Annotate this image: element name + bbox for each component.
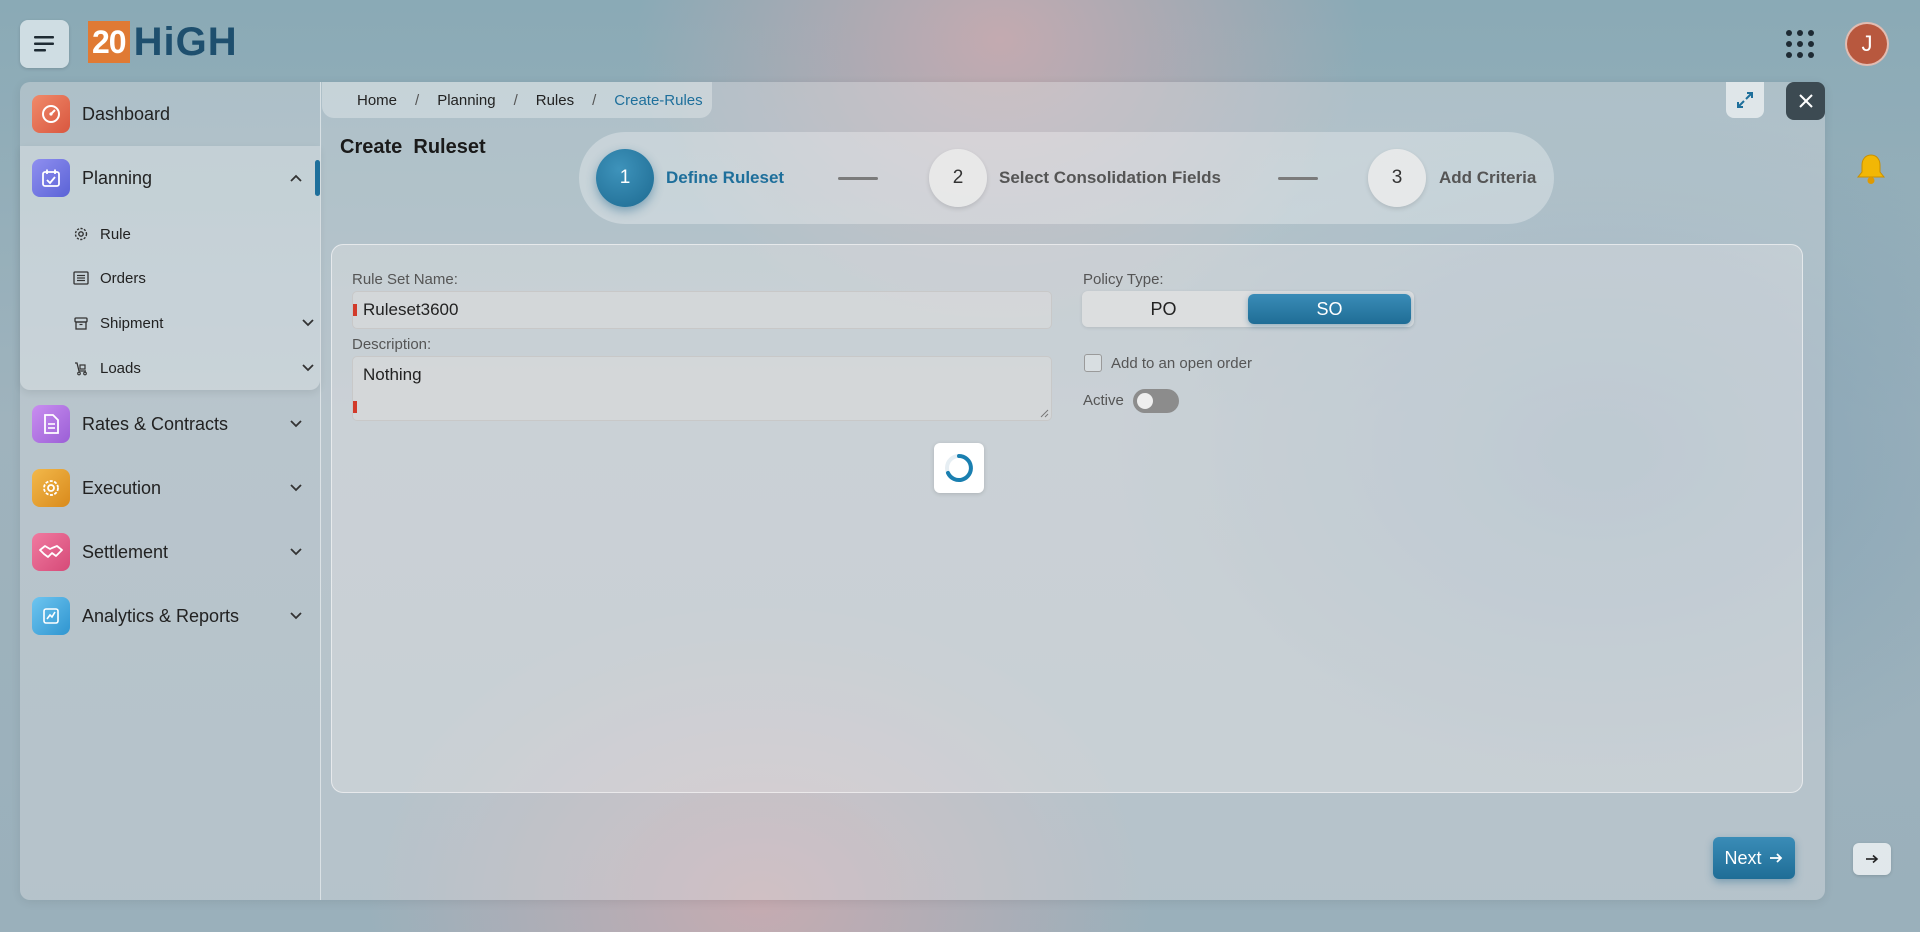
step-connector: [1278, 177, 1318, 180]
sidebar-item-dashboard[interactable]: Dashboard: [32, 88, 320, 140]
description-textarea[interactable]: Nothing: [352, 356, 1052, 421]
box-icon: [72, 314, 90, 332]
sidebar-item-execution[interactable]: Execution: [32, 462, 320, 514]
chevron-down-icon[interactable]: [296, 356, 320, 380]
chevron-down-icon[interactable]: [296, 311, 320, 335]
switch-knob: [1137, 393, 1153, 409]
close-button[interactable]: [1786, 82, 1825, 120]
sidebar-item-rates-contracts[interactable]: Rates & Contracts: [32, 398, 320, 450]
next-button[interactable]: Next: [1713, 837, 1795, 879]
breadcrumb-separator: /: [513, 91, 518, 109]
breadcrumb-current: Create-Rules: [614, 91, 703, 109]
next-label: Next: [1724, 847, 1762, 868]
sidebar-item-planning[interactable]: Planning: [32, 152, 320, 204]
dashboard-icon: [32, 95, 70, 133]
truck-icon: [72, 359, 90, 377]
arrow-right-icon: [1769, 853, 1782, 863]
sidebar-subitem-label: Loads: [100, 359, 141, 377]
chevron-down-icon: [284, 604, 308, 628]
form-card: Rule Set Name: Description: Nothing Poli…: [331, 244, 1803, 793]
chevron-up-icon: [284, 166, 308, 190]
active-label: Active: [1083, 392, 1124, 409]
policy-type-label: Policy Type:: [1083, 271, 1164, 288]
policy-type-toggle: PO SO: [1082, 291, 1414, 327]
breadcrumb-home[interactable]: Home: [357, 92, 397, 109]
stepper: 1 Define Ruleset 2 Select Consolidation …: [579, 132, 1554, 224]
logo-text: HiGH: [133, 19, 238, 64]
required-indicator: [353, 401, 357, 413]
sidebar: Dashboard Planning Rule Orders Shipment: [20, 82, 320, 900]
sidebar-subitem-label: Orders: [100, 269, 146, 287]
step-2-label[interactable]: Select Consolidation Fields: [999, 168, 1221, 188]
chevron-down-icon: [284, 540, 308, 564]
close-icon: [1798, 94, 1813, 108]
app-logo[interactable]: 20 HiGH: [88, 20, 238, 64]
policy-option-so[interactable]: SO: [1248, 294, 1411, 324]
description-value: Nothing: [363, 365, 422, 384]
step-connector: [838, 177, 878, 180]
open-order-checkbox[interactable]: [1084, 354, 1102, 372]
sidebar-subitem-label: Rule: [100, 225, 131, 243]
sidebar-item-analytics-reports[interactable]: Analytics & Reports: [32, 590, 320, 642]
sidebar-subitem-rule[interactable]: Rule: [72, 214, 332, 254]
chevron-down-icon: [284, 412, 308, 436]
rule-set-name-input[interactable]: [352, 291, 1052, 329]
menu-toggle-button[interactable]: [20, 20, 69, 68]
side-panel-toggle-button[interactable]: [1853, 843, 1891, 875]
chevron-down-icon: [284, 476, 308, 500]
expand-icon: [1737, 92, 1753, 108]
sidebar-item-label: Rates & Contracts: [82, 413, 229, 434]
expand-button[interactable]: [1726, 82, 1764, 118]
sidebar-divider: [320, 82, 321, 900]
sidebar-subitem-orders[interactable]: Orders: [72, 258, 332, 298]
list-icon: [72, 269, 90, 287]
policy-option-po[interactable]: PO: [1082, 291, 1245, 327]
sidebar-item-label: Analytics & Reports: [82, 605, 240, 626]
step-1-label[interactable]: Define Ruleset: [666, 168, 784, 188]
breadcrumb: Home / Planning / Rules / Create-Rules: [322, 82, 712, 118]
sidebar-item-label: Settlement: [82, 541, 169, 562]
rule-set-name-label: Rule Set Name:: [352, 271, 458, 288]
execution-icon: [32, 469, 70, 507]
step-2-circle[interactable]: 2: [929, 149, 987, 207]
breadcrumb-rules[interactable]: Rules: [536, 92, 574, 109]
step-3-circle[interactable]: 3: [1368, 149, 1426, 207]
planning-icon: [32, 159, 70, 197]
spinner-icon: [945, 454, 973, 482]
step-3-label[interactable]: Add Criteria: [1439, 168, 1536, 188]
open-order-label: Add to an open order: [1111, 355, 1252, 372]
user-avatar[interactable]: J: [1845, 22, 1889, 66]
logo-number: 20: [88, 21, 130, 63]
sidebar-item-label: Dashboard: [82, 103, 171, 124]
description-label: Description:: [352, 336, 432, 353]
sidebar-subitem-loads[interactable]: Loads: [72, 348, 332, 388]
page-title: Create Ruleset: [340, 136, 486, 158]
breadcrumb-planning[interactable]: Planning: [437, 92, 495, 109]
breadcrumb-separator: /: [415, 91, 420, 109]
required-indicator: [353, 304, 357, 316]
sidebar-subitem-shipment[interactable]: Shipment: [72, 303, 332, 343]
resize-handle-icon[interactable]: [1039, 408, 1049, 418]
apps-grid-icon[interactable]: [1786, 30, 1814, 58]
gear-icon: [72, 225, 90, 243]
sidebar-item-label: Planning: [82, 167, 153, 188]
active-switch[interactable]: [1133, 389, 1179, 413]
hamburger-icon: [33, 36, 54, 52]
analytics-icon: [32, 597, 70, 635]
sidebar-item-settlement[interactable]: Settlement: [32, 526, 320, 578]
handshake-icon: [32, 533, 70, 571]
step-1-circle[interactable]: 1: [596, 149, 654, 207]
sidebar-subitem-label: Shipment: [100, 314, 164, 332]
contracts-icon: [32, 405, 70, 443]
bell-icon[interactable]: [1855, 152, 1887, 191]
breadcrumb-separator: /: [592, 91, 597, 109]
sidebar-item-label: Execution: [82, 477, 162, 498]
arrow-right-icon: [1866, 854, 1879, 864]
loading-spinner: [934, 443, 984, 493]
